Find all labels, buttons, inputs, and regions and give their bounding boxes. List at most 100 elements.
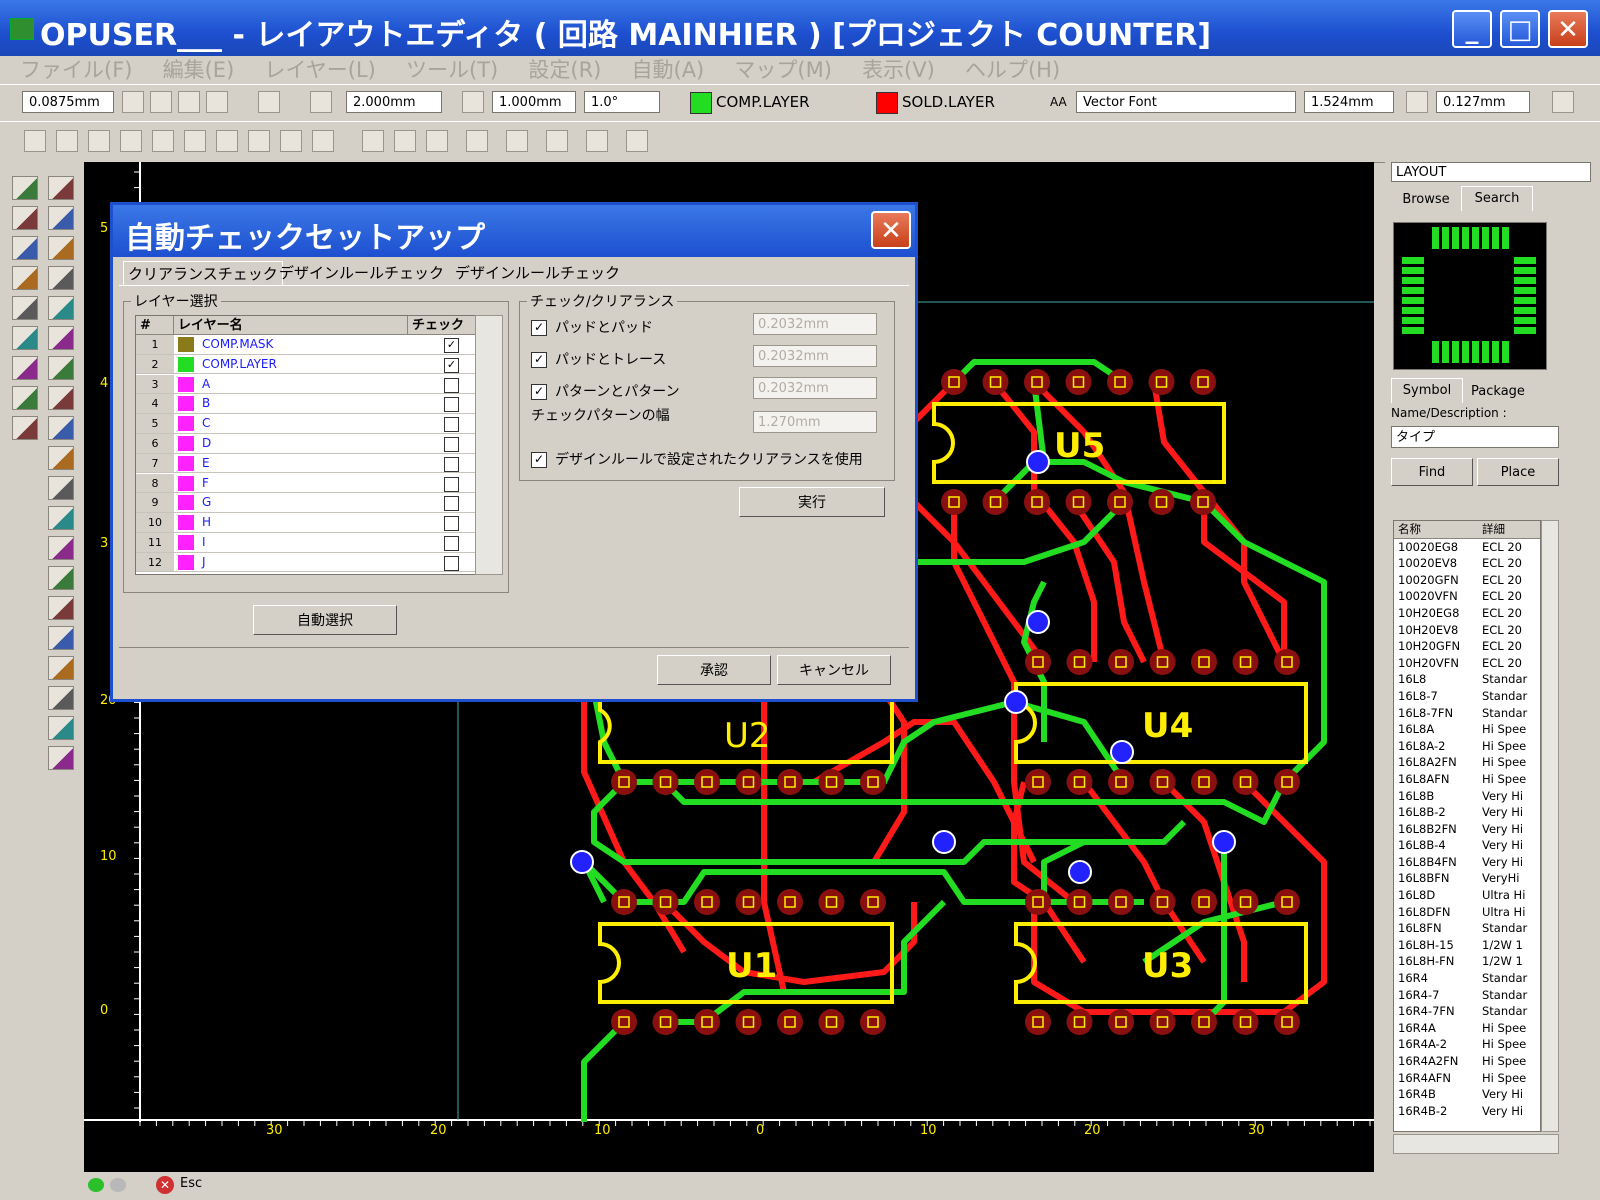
- part-list-item[interactable]: 16R4A Hi Spee: [1394, 1020, 1540, 1037]
- part-list-item[interactable]: 16L8B-4 Very Hi: [1394, 837, 1540, 854]
- layer-row[interactable]: 4B: [136, 394, 476, 414]
- center-icon[interactable]: [546, 130, 568, 152]
- part-list-item[interactable]: 16L8-7FN Standar: [1394, 705, 1540, 722]
- text-size-select[interactable]: 1.524mm: [1304, 91, 1394, 113]
- menu-view[interactable]: 表示(V): [862, 56, 935, 84]
- line-width-select[interactable]: 0.127mm: [1436, 91, 1530, 113]
- palette-tool-icon[interactable]: [12, 206, 38, 230]
- layer-table[interactable]: # レイヤー名 チェック 1 COMP.MASK ✓ 2 COMP.LAYER ✓ 3 A 4 B…: [135, 315, 477, 575]
- view-select[interactable]: LAYOUT: [1391, 162, 1591, 182]
- text-icon[interactable]: [88, 130, 110, 152]
- check-pad-trace[interactable]: ✓ パッドとトレース: [531, 349, 666, 369]
- part-list-item[interactable]: 16L8B Very Hi: [1394, 788, 1540, 805]
- part-list-item[interactable]: 10H20EV8 ECL 20: [1394, 622, 1540, 639]
- part-list-item[interactable]: 16L8B-2 Very Hi: [1394, 804, 1540, 821]
- part-list-item[interactable]: 10020EG8 ECL 20: [1394, 539, 1540, 556]
- check-pattern-pattern[interactable]: ✓ パターンとパターン: [531, 381, 680, 401]
- eraser-icon[interactable]: [280, 130, 302, 152]
- layer-check-checkbox[interactable]: [444, 496, 459, 512]
- checkbox-use-design-rule[interactable]: ✓: [531, 452, 547, 468]
- part-list-item[interactable]: 10020EV8 ECL 20: [1394, 555, 1540, 572]
- palette-tool-icon[interactable]: [48, 536, 74, 560]
- tab-package[interactable]: Package: [1461, 380, 1535, 404]
- ok-button[interactable]: 承認: [657, 655, 771, 685]
- part-list-item[interactable]: 16R4B-2 Very Hi: [1394, 1103, 1540, 1120]
- part-list-item[interactable]: 16L8A Hi Spee: [1394, 721, 1540, 738]
- snap-grid-icon[interactable]: [462, 91, 484, 113]
- layer-row[interactable]: 1 COMP.MASK ✓: [136, 335, 476, 355]
- fill-icon[interactable]: [152, 130, 174, 152]
- part-list-item[interactable]: 16L8-7 Standar: [1394, 688, 1540, 705]
- layer-check-checkbox[interactable]: [444, 476, 459, 492]
- part-list-item[interactable]: 10020VFN ECL 20: [1394, 588, 1540, 605]
- checkbox-pattern-pattern[interactable]: ✓: [531, 384, 547, 400]
- palette-tool-icon[interactable]: [48, 356, 74, 380]
- palette-tool-icon[interactable]: [48, 236, 74, 260]
- part-list-item[interactable]: 16R4A-2 Hi Spee: [1394, 1036, 1540, 1053]
- part-list-item[interactable]: 16L8D Ultra Hi: [1394, 887, 1540, 904]
- part-list-scrollbar[interactable]: [1541, 520, 1559, 1132]
- layer-row[interactable]: 3A: [136, 374, 476, 395]
- comp-layer-select[interactable]: COMP.LAYER: [716, 91, 810, 113]
- part-list-item[interactable]: 10020GFN ECL 20: [1394, 572, 1540, 589]
- part-list-item[interactable]: 10H20EG8 ECL 20: [1394, 605, 1540, 622]
- tab-symbol[interactable]: Symbol: [1391, 378, 1463, 403]
- close-button[interactable]: ✕: [1548, 10, 1588, 48]
- zoom-select[interactable]: 0.0875mm: [22, 91, 114, 113]
- palette-tool-icon[interactable]: [48, 476, 74, 500]
- layer-check-checkbox[interactable]: [444, 397, 459, 413]
- grid-select[interactable]: 2.000mm: [346, 91, 442, 113]
- palette-tool-icon[interactable]: [48, 746, 74, 770]
- menu-help[interactable]: ヘルプ(H): [965, 56, 1060, 84]
- palette-tool-icon[interactable]: [48, 386, 74, 410]
- palette-tool-icon[interactable]: [48, 596, 74, 620]
- zoom-out-icon[interactable]: [150, 91, 172, 113]
- part-list-item[interactable]: 16L8H-15 1/2W 1: [1394, 937, 1540, 954]
- layer-check-checkbox[interactable]: [444, 456, 459, 472]
- tab-design-rule-check[interactable]: デザインルールチェック: [275, 261, 448, 285]
- menu-layer[interactable]: レイヤー(L): [264, 56, 375, 84]
- part-list-item[interactable]: 16R4 Standar: [1394, 970, 1540, 987]
- menu-tools[interactable]: ツール(T): [406, 56, 498, 84]
- undo-icon[interactable]: [362, 130, 384, 152]
- net-icon[interactable]: [586, 130, 608, 152]
- layer-row[interactable]: 10 H: [136, 513, 476, 533]
- palette-tool-icon[interactable]: [48, 626, 74, 650]
- dialog-close-button[interactable]: ✕: [871, 211, 911, 249]
- palette-tool-icon[interactable]: [48, 566, 74, 590]
- palette-tool-icon[interactable]: [48, 416, 74, 440]
- copy-icon[interactable]: [248, 130, 270, 152]
- maximize-button[interactable]: □: [1500, 10, 1540, 48]
- part-list-item[interactable]: 16R4AFN Hi Spee: [1394, 1070, 1540, 1087]
- part-list-item[interactable]: 16L8A-2 Hi Spee: [1394, 738, 1540, 755]
- layer-row[interactable]: 8F: [136, 473, 476, 494]
- cursor-cross-icon[interactable]: [1552, 91, 1574, 113]
- pattern-width-value[interactable]: 1.270mm: [753, 411, 877, 433]
- pad-trace-value[interactable]: 0.2032mm: [753, 345, 877, 367]
- layer-check-checkbox[interactable]: ✓: [444, 338, 459, 353]
- part-list-item[interactable]: 16R4A2FN Hi Spee: [1394, 1053, 1540, 1070]
- measure-icon[interactable]: [466, 130, 488, 152]
- palette-tool-icon[interactable]: [12, 386, 38, 410]
- palette-tool-icon[interactable]: [48, 326, 74, 350]
- part-list-item[interactable]: 16R4B Very Hi: [1394, 1086, 1540, 1103]
- layer-row[interactable]: 6D: [136, 434, 476, 454]
- pad-icon[interactable]: [216, 130, 238, 152]
- esc-icon[interactable]: ✕: [156, 1176, 174, 1194]
- palette-tool-icon[interactable]: [12, 266, 38, 290]
- layer-row[interactable]: 2 COMP.LAYER ✓: [136, 354, 476, 375]
- layer-check-checkbox[interactable]: [444, 536, 459, 551]
- palette-tool-icon[interactable]: [48, 296, 74, 320]
- tab-design-rule-check-2[interactable]: デザインルールチェック: [451, 261, 624, 285]
- layer-row[interactable]: 7E: [136, 453, 476, 474]
- part-list-item[interactable]: 10H20GFN ECL 20: [1394, 638, 1540, 655]
- auto-select-button[interactable]: 自動選択: [253, 605, 397, 635]
- part-list[interactable]: 名称 詳細 10020EG8 ECL 20 10020EV8 ECL 20 10020G…: [1393, 520, 1541, 1132]
- run-button[interactable]: 実行: [739, 487, 885, 517]
- layer-row[interactable]: 9G: [136, 493, 476, 513]
- pin-icon[interactable]: [312, 130, 334, 152]
- part-list-item[interactable]: 16L8DFN Ultra Hi: [1394, 904, 1540, 921]
- layer-check-checkbox[interactable]: [444, 555, 459, 571]
- place-button[interactable]: Place: [1477, 458, 1559, 486]
- rotate-icon[interactable]: [394, 130, 416, 152]
